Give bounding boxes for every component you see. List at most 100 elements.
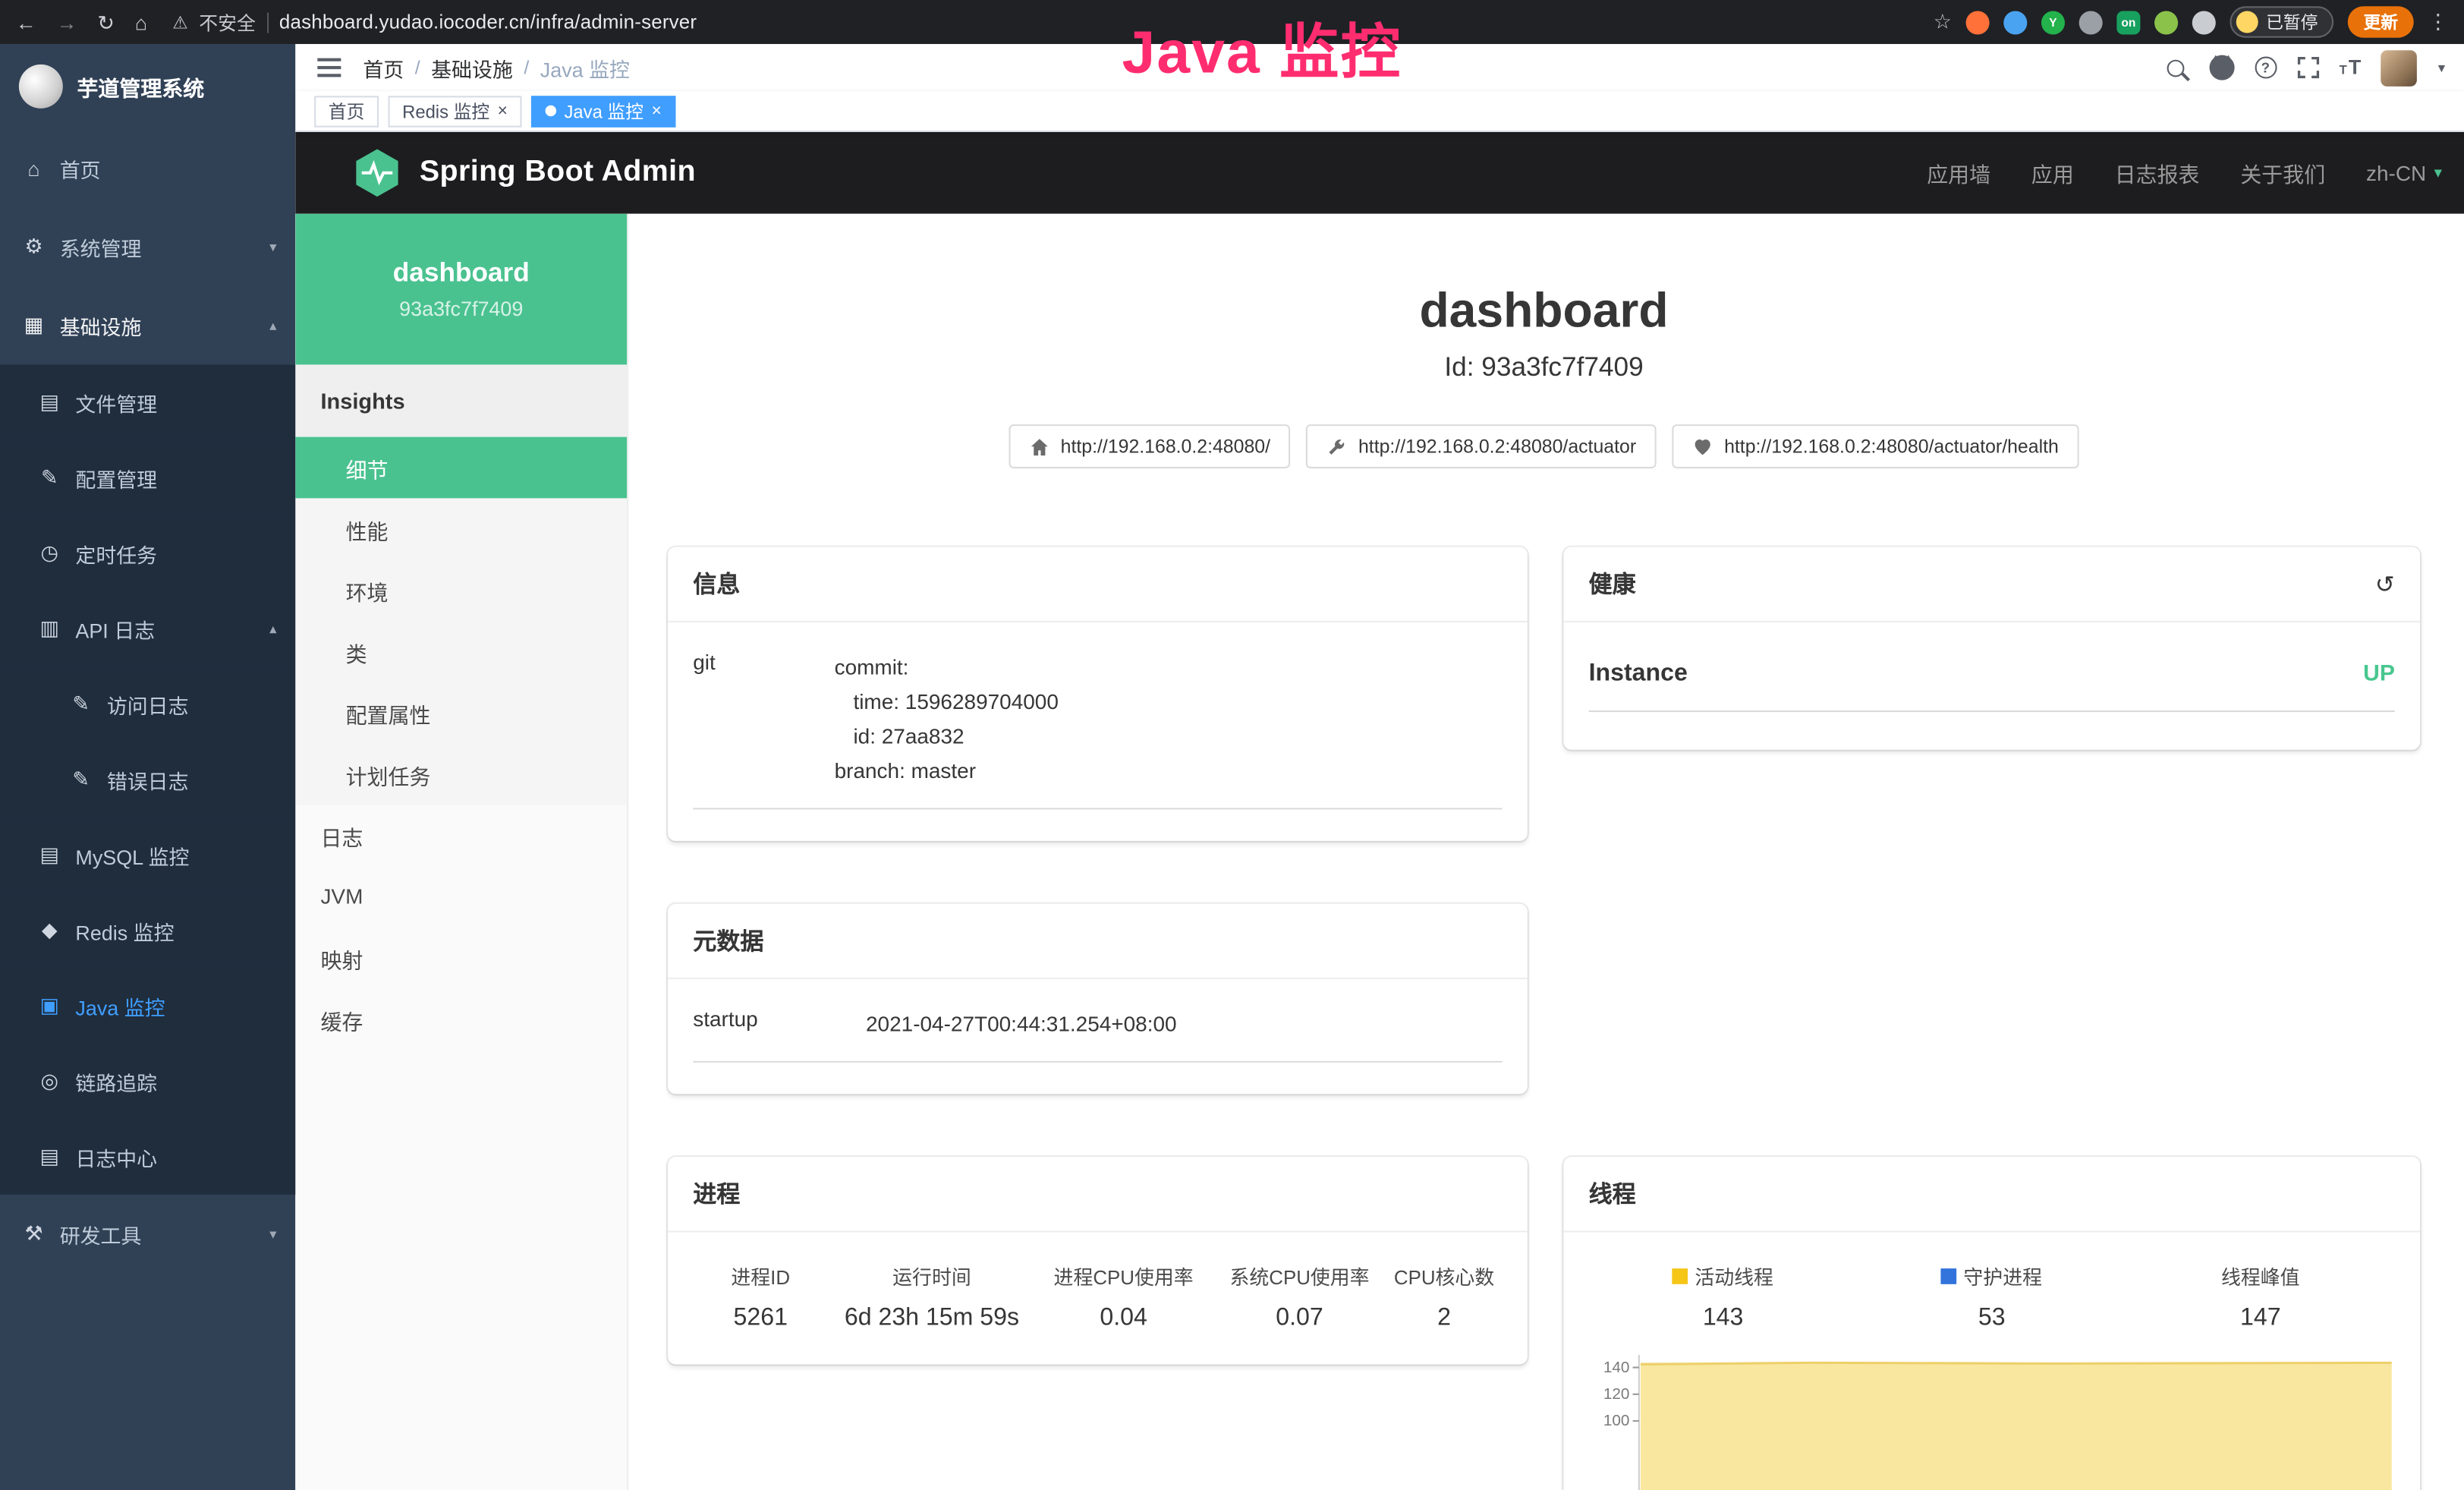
health-url-link[interactable]: http://192.168.0.2:48080/actuator/health: [1673, 424, 2079, 468]
extension-icon-leaf[interactable]: [2154, 10, 2178, 33]
sba-app: Spring Boot Admin 应用墙 应用 日志报表 关于我们 zh-CN: [295, 132, 2464, 1490]
sba-nav-applications[interactable]: 应用: [2031, 157, 2074, 188]
sidebar-item-scheduled-jobs[interactable]: ◷ 定时任务: [0, 515, 295, 591]
close-icon[interactable]: [651, 102, 661, 121]
column-header: CPU核心数: [1388, 1261, 1501, 1290]
breadcrumb-infra[interactable]: 基础设施: [431, 52, 513, 82]
sidebar-item-tracing[interactable]: ◎ 链路追踪: [0, 1044, 295, 1119]
sidebar-item-redis-monitor[interactable]: ◆ Redis 监控: [0, 893, 295, 968]
address-bar[interactable]: 不安全 dashboard.yudao.iocoder.cn/infra/adm…: [172, 8, 697, 35]
sba-item-jvm[interactable]: JVM: [295, 866, 627, 928]
sidebar-item-access-log[interactable]: ✎ 访问日志: [0, 666, 295, 742]
sidebar-item-config-manage[interactable]: ✎ 配置管理: [0, 440, 295, 515]
sidebar-item-home[interactable]: ⌂ 首页: [0, 129, 295, 208]
sidebar-item-system[interactable]: ⚙ 系统管理: [0, 207, 295, 286]
breadcrumb-home[interactable]: 首页: [363, 52, 404, 82]
threads-card-body: 活动线程 守护进程 线程峰值: [1563, 1232, 2420, 1490]
annotation-java-monitor: Java 监控: [1122, 3, 1402, 90]
threads-card-header: 线程: [1563, 1157, 2420, 1232]
svg-text:140: 140: [1603, 1359, 1630, 1376]
hamburger-icon[interactable]: [317, 66, 341, 69]
process-card: 进程 进程ID 运行时间 进程CPU使用率 系统CPU使用率: [668, 1157, 1528, 1364]
threads-card: 线程 活动线程: [1563, 1157, 2420, 1490]
svg-text:100: 100: [1603, 1412, 1630, 1429]
sba-item-details[interactable]: 细节: [295, 437, 627, 499]
sba-content: dashboard Id: 93a3fc7f7409 http://192.16…: [628, 214, 2464, 1490]
actuator-url-link[interactable]: http://192.168.0.2:48080/actuator: [1307, 424, 1657, 468]
github-icon[interactable]: [2209, 55, 2234, 80]
sidebar-item-api-log[interactable]: ▥ API 日志: [0, 591, 295, 666]
sba-item-metrics[interactable]: 性能: [295, 498, 627, 559]
fullscreen-icon[interactable]: [2297, 57, 2319, 79]
avatar-caret-icon[interactable]: [2438, 59, 2445, 77]
column-header: 运行时间: [828, 1261, 1035, 1290]
info-card-title: 信息: [693, 568, 740, 600]
sba-item-mappings[interactable]: 映射: [295, 928, 627, 989]
sidebar-item-dev-tools[interactable]: ⚒ 研发工具: [0, 1195, 295, 1274]
chevron-down-icon: [269, 238, 276, 256]
process-card-title: 进程: [693, 1177, 740, 1210]
app-logo: [19, 65, 63, 109]
health-card-header: 健康: [1563, 547, 2420, 622]
close-icon[interactable]: [498, 102, 508, 121]
url-text[interactable]: dashboard.yudao.iocoder.cn/infra/admin-s…: [279, 11, 697, 33]
sba-item-caches[interactable]: 缓存: [295, 989, 627, 1051]
browser-menu-icon[interactable]: [2428, 9, 2448, 34]
font-size-icon[interactable]: [2340, 53, 2362, 81]
help-icon[interactable]: [2255, 57, 2277, 79]
extension-icon-drop[interactable]: [2003, 10, 2027, 33]
chevron-up-icon: [269, 317, 276, 334]
process-table: 进程ID 运行时间 进程CPU使用率 系统CPU使用率 CPU核心数 5261 …: [693, 1258, 1502, 1333]
sidebar-item-log-center[interactable]: ▤ 日志中心: [0, 1119, 295, 1194]
sidebar-item-error-log[interactable]: ✎ 错误日志: [0, 742, 295, 817]
history-icon[interactable]: [2375, 570, 2395, 598]
profile-paused-pill[interactable]: 已暂停: [2230, 6, 2333, 37]
threads-chart: 140 120 100: [1589, 1349, 2395, 1490]
search-icon[interactable]: [2167, 59, 2184, 77]
back-icon[interactable]: [16, 12, 36, 33]
sba-sidebar: dashboard 93a3fc7f7409 Insights 细节 性能 环境…: [295, 214, 628, 1490]
sba-item-logs[interactable]: 日志: [295, 805, 627, 866]
column-header: 进程ID: [693, 1261, 828, 1290]
extension-icon-puzzle[interactable]: [2192, 10, 2216, 33]
trace-icon: ◎: [38, 1069, 61, 1094]
sba-item-scheduled-tasks[interactable]: 计划任务: [295, 743, 627, 805]
sba-locale-select[interactable]: zh-CN: [2366, 161, 2442, 184]
cell-value: 0.07: [1212, 1305, 1388, 1333]
sba-nav-about[interactable]: 关于我们: [2240, 157, 2325, 188]
tab-home[interactable]: 首页: [314, 95, 379, 126]
app-logo-row[interactable]: 芋道管理系统: [0, 44, 295, 129]
bookmark-star-icon[interactable]: [1934, 9, 1952, 34]
security-label: 不安全: [199, 8, 256, 35]
home-icon[interactable]: [135, 12, 147, 33]
sba-instance-header[interactable]: dashboard 93a3fc7f7409: [295, 214, 627, 365]
extension-icon-orange[interactable]: [1966, 10, 1990, 33]
tab-redis-monitor[interactable]: Redis 监控: [388, 95, 521, 126]
metadata-card-body: startup 2021-04-27T00:44:31.254+08:00: [668, 979, 1528, 1094]
legend-square-blue: [1941, 1268, 1957, 1284]
sba-nav-wallboard[interactable]: 应用墙: [1927, 157, 1990, 188]
sidebar-item-java-monitor[interactable]: ▣ Java 监控: [0, 969, 295, 1044]
sba-item-config-props[interactable]: 配置属性: [295, 682, 627, 744]
sidebar-item-infra[interactable]: ▦ 基础设施: [0, 286, 295, 365]
sba-item-classes[interactable]: 类: [295, 621, 627, 682]
forward-icon[interactable]: [57, 12, 77, 33]
extension-icon-grid[interactable]: [2079, 10, 2103, 33]
sidebar-item-mysql-monitor[interactable]: ▤ MySQL 监控: [0, 817, 295, 893]
cell-value: 0.04: [1036, 1305, 1212, 1333]
instance-url-link[interactable]: http://192.168.0.2:48080/: [1009, 424, 1291, 468]
legend-item: 活动线程: [1589, 1261, 1858, 1290]
extension-icon-on[interactable]: on: [2116, 10, 2140, 33]
legend-value: 143: [1589, 1305, 1858, 1333]
user-avatar[interactable]: [2381, 49, 2418, 86]
sidebar-item-file-manage[interactable]: ▤ 文件管理: [0, 364, 295, 439]
reload-icon[interactable]: [97, 12, 115, 33]
column-header: 进程CPU使用率: [1036, 1261, 1212, 1290]
extension-icon-green-y[interactable]: Y: [2041, 10, 2065, 33]
update-button[interactable]: 更新: [2348, 6, 2414, 37]
sba-item-environment[interactable]: 环境: [295, 559, 627, 621]
health-card-title: 健康: [1589, 568, 1636, 600]
sba-brand[interactable]: Spring Boot Admin: [420, 156, 696, 191]
tab-java-monitor[interactable]: Java 监控: [531, 95, 675, 126]
sba-nav-journal[interactable]: 日志报表: [2115, 157, 2200, 188]
